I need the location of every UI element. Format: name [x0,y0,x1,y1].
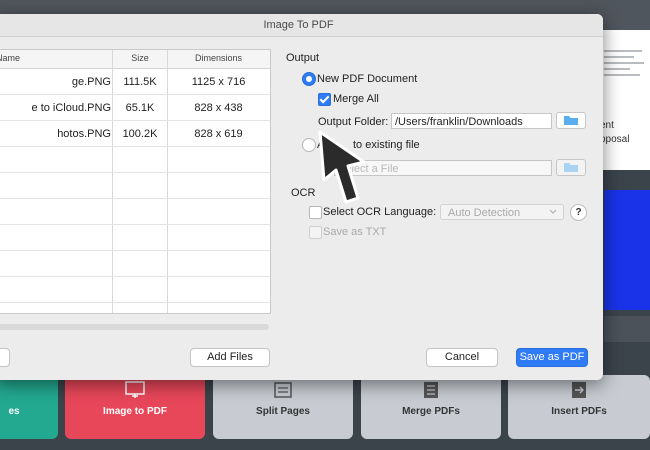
column-header-dimensions[interactable]: Dimensions [167,53,270,63]
insert-pdfs-icon [572,382,586,398]
file-size: 65.1K [125,102,155,114]
save-as-pdf-button[interactable]: Save as PDF [516,348,588,367]
folder-icon [564,163,578,172]
empty-row [0,147,270,173]
folder-icon [564,116,578,125]
new-pdf-label[interactable]: New PDF Document [317,73,417,85]
mouse-cursor-icon [318,130,366,204]
empty-row [0,251,270,277]
column-header-size[interactable]: Size [113,53,167,63]
dialog-title: Image To PDF [263,19,334,31]
table-row[interactable]: ge.PNG 111.5K 1125 x 716 [0,69,270,95]
append-existing-radio[interactable] [302,138,316,152]
file-size: 100.2K [122,128,158,140]
background-document-preview [600,30,650,170]
file-dimensions: 828 x 619 [194,128,243,140]
column-header-name[interactable]: Name [0,53,20,63]
image-to-pdf-icon [125,381,145,398]
empty-row [0,277,270,303]
image-to-pdf-dialog: Image To PDF Name Size Dimensions ge.PNG… [0,14,603,380]
output-folder-field[interactable]: /Users/franklin/Downloads [391,113,552,129]
help-button[interactable]: ? [570,204,587,221]
table-row[interactable]: e to iCloud.PNG 65.1K 828 x 438 [0,95,270,121]
output-section-label: Output [286,52,320,64]
horizontal-scrollbar[interactable] [0,324,269,330]
split-pages-icon [274,382,292,398]
file-table: Name Size Dimensions ge.PNG 111.5K 1125 … [0,49,271,314]
tile-image-to-pdf[interactable]: Image to PDF [65,375,205,439]
tile-label: es [8,406,20,417]
ocr-section-label: OCR [291,187,316,199]
file-name: hotos.PNG [57,128,111,140]
tile-merge-pdfs[interactable]: Merge PDFs [361,375,501,439]
output-folder-browse-button[interactable] [556,112,586,129]
background-dark-panel [604,316,650,342]
select-file-browse-button[interactable] [556,159,586,176]
tile-label: Image to PDF [103,406,167,417]
empty-row [0,199,270,225]
background-doc-text: oposal [600,134,630,145]
new-pdf-radio[interactable] [302,72,316,86]
ocr-language-select[interactable]: Auto Detection [440,204,564,220]
output-folder-label: Output Folder: [318,116,389,128]
tile-label: Insert PDFs [551,406,607,417]
table-header: Name Size Dimensions [0,50,270,69]
partial-button[interactable]: ll [0,348,10,367]
file-dimensions: 828 x 438 [194,102,243,114]
tile-label: Merge PDFs [402,406,460,417]
title-bar[interactable]: Image To PDF [0,14,603,37]
file-name: e to iCloud.PNG [31,102,111,114]
merge-all-checkbox[interactable] [318,93,331,106]
merge-pdfs-icon [424,382,438,398]
tile-partial[interactable]: es [0,375,58,439]
file-dimensions: 1125 x 716 [191,76,246,88]
save-as-txt-label[interactable]: Save as TXT [323,226,386,238]
background-blue-panel [604,190,650,310]
tile-label: Split Pages [256,406,310,417]
table-row[interactable]: hotos.PNG 100.2K 828 x 619 [0,121,270,147]
tile-split-pages[interactable]: Split Pages [213,375,353,439]
add-files-button[interactable]: Add Files [190,348,270,367]
empty-row [0,173,270,199]
tile-insert-pdfs[interactable]: Insert PDFs [508,375,650,439]
save-as-txt-checkbox[interactable] [309,226,322,239]
file-name: ge.PNG [71,76,111,88]
merge-all-label[interactable]: Merge All [333,93,379,105]
file-size: 111.5K [123,76,157,88]
empty-row [0,225,270,251]
ocr-language-value: Auto Detection [448,207,521,219]
cancel-button[interactable]: Cancel [426,348,498,367]
chevron-down-icon [549,209,557,214]
